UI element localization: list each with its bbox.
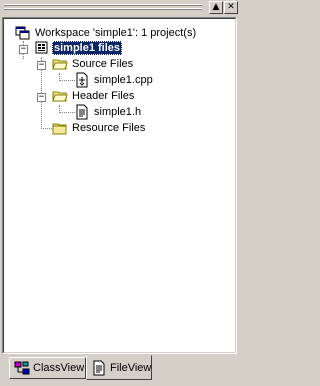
file-tree-panel: Workspace 'simple1': 1 project(s) − simp… <box>2 17 237 354</box>
restore-icon: ▲ <box>212 2 220 12</box>
tab-fileview[interactable]: FileView <box>86 355 152 380</box>
tree-item-header-files[interactable]: Header Files <box>52 88 136 104</box>
fileview-icon <box>91 360 107 376</box>
folder-closed-icon <box>52 120 68 136</box>
expander-header-files[interactable]: − <box>37 93 46 102</box>
tree-item-workspace[interactable]: Workspace 'simple1': 1 project(s) <box>15 25 198 41</box>
tree-item-project[interactable]: simple1 files <box>34 40 123 56</box>
panel-titlebar[interactable]: ▲ ✕ <box>0 0 241 16</box>
folder-open-icon <box>52 88 68 104</box>
drag-gripper[interactable] <box>4 4 202 12</box>
file-label: simple1.h <box>94 106 142 118</box>
workspace-icon <box>15 25 31 41</box>
restore-button[interactable]: ▲ <box>209 1 223 14</box>
expander-source-files[interactable]: − <box>37 61 46 70</box>
file-label: simple1.cpp <box>94 74 153 86</box>
cpp-file-icon <box>74 72 90 88</box>
tab-label: FileView <box>110 361 152 374</box>
header-file-icon <box>74 104 90 120</box>
folder-label: Resource Files <box>72 122 146 134</box>
classview-icon <box>14 360 30 376</box>
project-label: simple1 files <box>52 41 123 55</box>
folder-label: Source Files <box>72 58 134 70</box>
project-icon <box>34 40 50 56</box>
view-tabs: ClassView FileView <box>0 355 241 386</box>
tree-item-source-files[interactable]: Source Files <box>52 56 135 72</box>
tab-label: ClassView <box>33 362 85 374</box>
close-icon: ✕ <box>227 2 235 12</box>
workspace-label: Workspace 'simple1': 1 project(s) <box>35 27 197 39</box>
folder-label: Header Files <box>72 90 135 102</box>
expander-project[interactable]: − <box>19 45 28 54</box>
tree-item-file-cpp[interactable]: simple1.cpp <box>74 72 155 88</box>
folder-open-icon <box>52 56 68 72</box>
tree-item-resource-files[interactable]: Resource Files <box>52 120 147 136</box>
tree-item-file-h[interactable]: simple1.h <box>74 104 143 120</box>
close-button[interactable]: ✕ <box>224 1 238 14</box>
tab-classview[interactable]: ClassView <box>9 357 86 379</box>
